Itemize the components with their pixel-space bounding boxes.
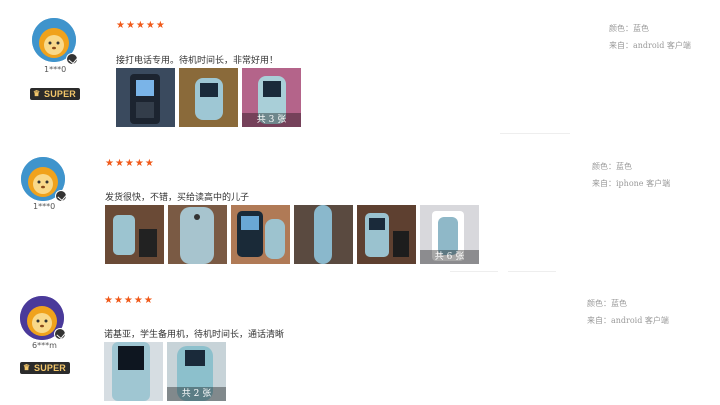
review-meta: 颜色：蓝色 来自：android 客户端 <box>587 295 669 329</box>
review-image[interactable]: 共 6 张 <box>420 205 479 264</box>
review-item: 1***0 ★★★★★ 发货很快，不错，买给读高中的儿子 共 6 张 颜色：蓝色… <box>0 140 720 290</box>
review-content: 发货很快，不错，买给读高中的儿子 <box>105 193 250 203</box>
username: 1***0 <box>44 65 67 74</box>
review-image[interactable] <box>294 205 353 264</box>
divider <box>508 271 556 272</box>
verified-icon <box>66 53 78 65</box>
rating-stars: ★★★★★ <box>105 158 155 169</box>
source-label: 来自：android 客户端 <box>609 41 691 50</box>
review-image[interactable] <box>357 205 416 264</box>
username: 1***0 <box>33 202 56 211</box>
rating-stars: ★★★★★ <box>104 295 154 306</box>
review-item: 6***m ♛ SUPER ★★★★★ 诺基亚，学生备用机，待机时间长，通话清晰… <box>0 290 720 405</box>
source-label: 来自：android 客户端 <box>587 316 669 325</box>
review-item: 1***0 ♛ SUPER ★★★★★ 接打电话专用。待机时间长，非常好用！ 共… <box>0 0 720 140</box>
review-images: 共 6 张 <box>105 205 479 264</box>
verified-icon <box>55 190 67 202</box>
review-images: 共 3 张 <box>116 68 301 127</box>
color-label: 颜色：蓝色 <box>592 162 632 171</box>
crown-icon: ♛ <box>23 363 31 372</box>
review-image[interactable] <box>116 68 175 127</box>
review-image[interactable] <box>104 342 163 401</box>
image-count: 共 2 张 <box>167 387 226 401</box>
color-label: 颜色：蓝色 <box>587 299 627 308</box>
review-image[interactable] <box>105 205 164 264</box>
super-badge: ♛ SUPER <box>20 362 71 374</box>
review-content: 诺基亚，学生备用机，待机时间长，通话清晰 <box>104 330 285 340</box>
divider <box>450 271 498 272</box>
source-label: 来自：iphone 客户端 <box>592 179 671 188</box>
review-meta: 颜色：蓝色 来自：iphone 客户端 <box>592 158 670 192</box>
review-image[interactable] <box>231 205 290 264</box>
review-image[interactable] <box>179 68 238 127</box>
image-count: 共 6 张 <box>420 250 479 264</box>
review-image[interactable] <box>168 205 227 264</box>
super-badge: ♛ SUPER <box>30 88 81 100</box>
review-image[interactable]: 共 2 张 <box>167 342 226 401</box>
review-image[interactable]: 共 3 张 <box>242 68 301 127</box>
divider <box>500 133 570 134</box>
crown-icon: ♛ <box>33 89 41 98</box>
image-count: 共 3 张 <box>242 113 301 127</box>
color-label: 颜色：蓝色 <box>609 24 649 33</box>
review-images: 共 2 张 <box>104 342 226 401</box>
review-content: 接打电话专用。待机时间长，非常好用！ <box>116 56 279 66</box>
verified-icon <box>54 328 66 340</box>
username: 6***m <box>32 341 57 350</box>
review-meta: 颜色：蓝色 来自：android 客户端 <box>609 20 691 54</box>
rating-stars: ★★★★★ <box>116 20 166 31</box>
